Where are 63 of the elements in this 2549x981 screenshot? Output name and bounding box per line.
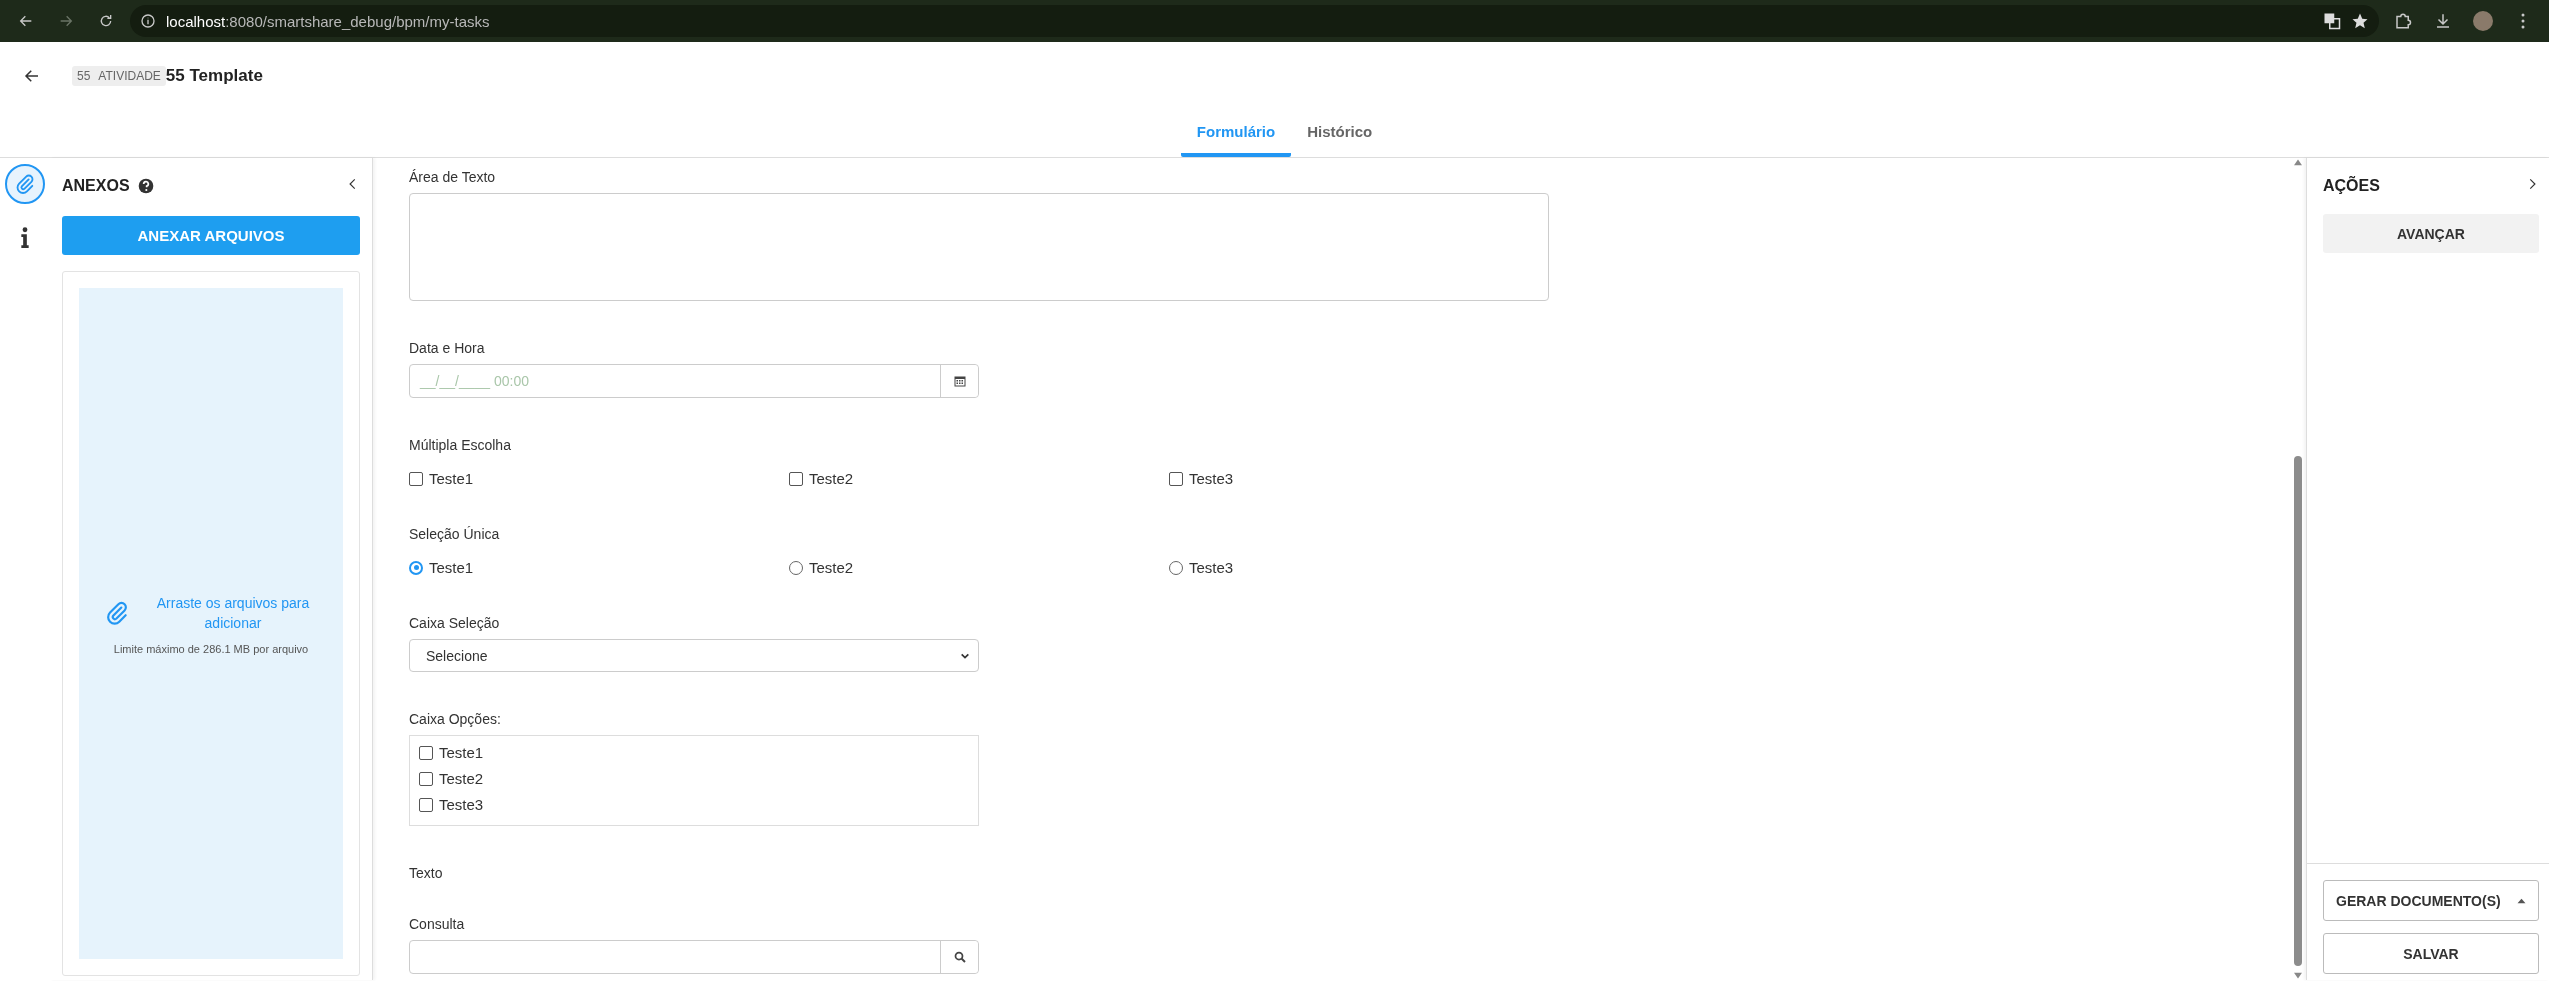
option-label: Teste1 [439,744,484,761]
help-icon [137,178,154,194]
checkbox[interactable] [1169,471,1183,486]
calendar-button[interactable] [940,365,978,397]
checkbox[interactable] [419,745,433,760]
checkbox[interactable] [419,797,433,812]
size-limit-text: Limite máximo de 286.1 MB por arquivo [113,642,309,655]
checkbox[interactable] [419,771,433,786]
option-label: Teste1 [429,470,474,487]
field-label: Data e Hora [409,339,486,357]
info-icon [20,227,30,249]
checkbox[interactable] [789,471,803,486]
download-icon [2434,12,2452,30]
panel-title: ANEXOS [62,177,130,195]
drop-zone[interactable]: Arraste os arquivos para adicionar Limite máximo de 286.1 MB por arquivo [79,288,343,959]
field-label: Consulta [409,915,466,933]
calendar-icon [953,375,966,387]
caret-up-icon [2517,897,2526,904]
field-label: Seleção Única [409,525,501,543]
lookup-field[interactable] [409,940,979,974]
attachments-button[interactable] [5,164,45,204]
option-label: Teste2 [439,770,484,787]
back-arrow-icon [23,67,41,85]
extensions-button[interactable] [2393,11,2413,31]
field-label: Texto [409,864,444,882]
action-button[interactable]: AVANÇAR [2323,214,2539,253]
paperclip-icon [14,173,36,195]
radio-button[interactable] [409,560,423,575]
activity-badge: 55 ATIVIDADE [72,66,166,86]
field-label: Área de Texto [409,168,497,186]
option-label: Teste3 [1189,470,1234,487]
panel-title: AÇÕES [2323,177,2380,195]
info-icon [140,13,156,29]
drop-hint: Arraste os arquivos para adicionar [155,593,311,633]
puzzle-icon [2394,12,2412,30]
generate-documents-button[interactable]: GERAR DOCUMENTO(S) [2323,880,2539,921]
tab[interactable]: Histórico [1291,110,1389,157]
scroll-down-icon [2293,972,2303,980]
scroll-up-icon [2293,158,2303,166]
field-label: Caixa Opções: [409,710,502,728]
option-label: Teste3 [439,796,484,813]
option-label: Teste3 [1189,559,1234,576]
option-label: Teste1 [429,559,474,576]
back-arrow-icon [18,13,34,29]
search-icon [953,951,966,963]
forward-arrow-icon [58,13,74,29]
select-field[interactable]: Selecione [409,639,979,672]
menu-icon [2520,12,2526,30]
checkbox[interactable] [409,471,423,486]
paperclip-icon [104,599,130,626]
profile-avatar[interactable] [2473,11,2493,31]
translate-icon [2323,12,2341,30]
address-bar[interactable]: localhost:8080/smartshare_debug/bpm/my-tasks [130,5,2379,37]
star-icon [2351,12,2369,30]
save-button[interactable]: SALVAR [2323,933,2539,974]
option-label: Teste2 [809,470,854,487]
reload-icon [98,13,114,29]
search-button[interactable] [940,941,978,973]
field-label: Caixa Seleção [409,614,501,632]
field-label: Múltipla Escolha [409,436,512,454]
option-label: Teste2 [809,559,854,576]
text-area-field[interactable] [409,193,1549,301]
task-title: 55 Template [165,66,263,86]
